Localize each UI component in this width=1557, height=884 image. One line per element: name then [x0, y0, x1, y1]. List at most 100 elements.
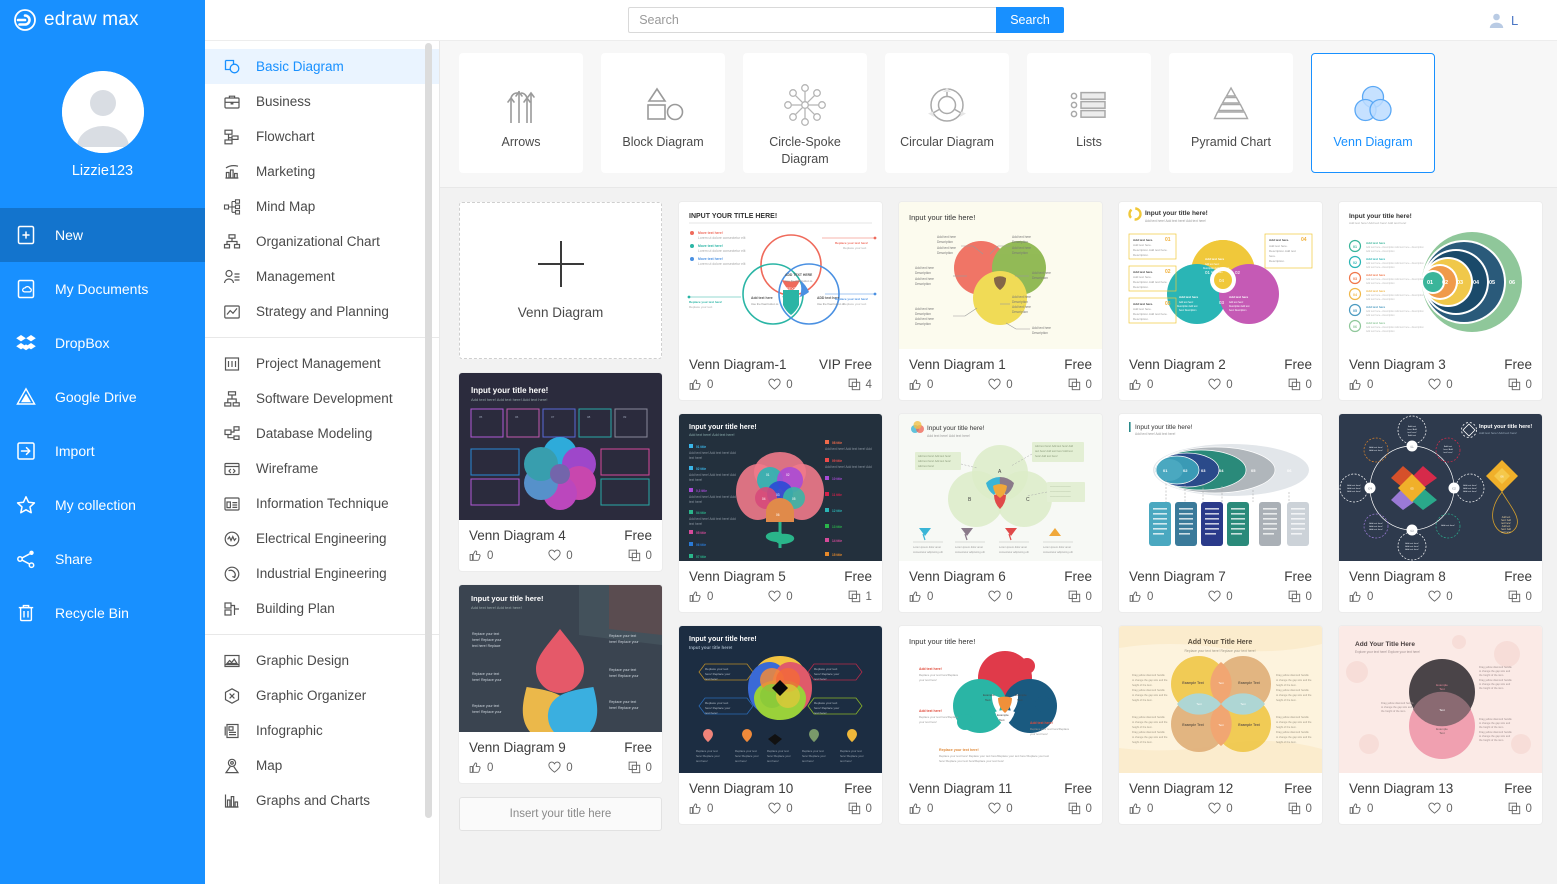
svg-text:Description.Add text here.: Description.Add text here.: [1133, 248, 1168, 252]
category-scrollbar[interactable]: [425, 41, 432, 884]
favorite-stat[interactable]: 0: [1190, 802, 1251, 815]
type-tile-block-diagram[interactable]: Block Diagram: [601, 53, 725, 173]
template-card[interactable]: INPUT YOUR TITLE HERE! Move text here!Lo…: [679, 202, 882, 400]
category-project-management[interactable]: Project Management: [205, 346, 439, 381]
copy-stat[interactable]: 0: [1471, 590, 1532, 603]
favorite-stat[interactable]: 0: [1410, 802, 1471, 815]
search-input[interactable]: [628, 7, 996, 33]
copy-stat[interactable]: 0: [1251, 802, 1312, 815]
sidebar-item-google-drive[interactable]: Google Drive: [0, 370, 205, 424]
favorite-stat[interactable]: 0: [970, 802, 1031, 815]
copy-stat[interactable]: 0: [1471, 802, 1532, 815]
category-business[interactable]: Business: [205, 84, 439, 119]
favorite-stat[interactable]: 0: [530, 549, 591, 562]
copy-stat[interactable]: 0: [591, 549, 652, 562]
new-venn-diagram-card[interactable]: Venn Diagram: [459, 202, 662, 359]
copy-stat[interactable]: 0: [811, 802, 872, 815]
category-graphic-design[interactable]: Graphic Design: [205, 643, 439, 678]
sidebar-item-dropbox[interactable]: DropBox: [0, 316, 205, 370]
favorite-stat[interactable]: 0: [750, 802, 811, 815]
favorite-stat[interactable]: 0: [750, 378, 811, 391]
template-card[interactable]: Input your title here!: [899, 626, 1102, 824]
copy-stat[interactable]: 0: [1031, 590, 1092, 603]
like-stat[interactable]: 0: [689, 378, 750, 391]
category-software-development[interactable]: Software Development: [205, 381, 439, 416]
category-mind-map[interactable]: Mind Map: [205, 189, 439, 224]
template-card[interactable]: Input your title here! Add text here! Ad…: [1339, 202, 1542, 400]
category-industrial-engineering[interactable]: Industrial Engineering: [205, 556, 439, 591]
favorite-stat[interactable]: 0: [1190, 590, 1251, 603]
favorite-stat[interactable]: 0: [1410, 378, 1471, 391]
category-graphic-organizer[interactable]: Graphic Organizer: [205, 678, 439, 713]
category-scrollbar-thumb[interactable]: [425, 43, 432, 818]
sidebar-item-recycle-bin[interactable]: Recycle Bin: [0, 586, 205, 640]
favorite-stat[interactable]: 0: [750, 590, 811, 603]
sidebar-item-my-collection[interactable]: My collection: [0, 478, 205, 532]
category-database-modeling[interactable]: Database Modeling: [205, 416, 439, 451]
copy-stat[interactable]: 0: [1031, 802, 1092, 815]
type-tile-arrows[interactable]: Arrows: [459, 53, 583, 173]
favorite-stat[interactable]: 0: [970, 590, 1031, 603]
sidebar-item-new[interactable]: New: [0, 208, 205, 262]
favorite-stat[interactable]: 0: [1410, 590, 1471, 603]
search-button[interactable]: Search: [996, 7, 1064, 33]
template-card[interactable]: Add Your Title Here Explore your text he…: [1339, 626, 1542, 824]
template-card[interactable]: Input your title here!: [899, 202, 1102, 400]
template-card[interactable]: Input your title here! Input your title …: [679, 626, 882, 824]
like-stat[interactable]: 0: [909, 590, 970, 603]
copy-stat[interactable]: 0: [1471, 378, 1532, 391]
like-stat[interactable]: 0: [1349, 590, 1410, 603]
copy-stat[interactable]: 4: [811, 378, 872, 391]
like-stat[interactable]: 0: [909, 378, 970, 391]
copy-stat[interactable]: 0: [1031, 378, 1092, 391]
category-map[interactable]: Map: [205, 748, 439, 783]
type-tile-circle-spoke-diagram[interactable]: Circle-Spoke Diagram: [743, 53, 867, 173]
category-graphs-and-charts[interactable]: Graphs and Charts: [205, 783, 439, 818]
type-tile-venn-diagram[interactable]: Venn Diagram: [1311, 53, 1435, 173]
template-card[interactable]: Input your title here! Add text here! Ad…: [1119, 414, 1322, 612]
copy-stat[interactable]: 0: [1251, 378, 1312, 391]
favorite-stat[interactable]: 0: [530, 761, 591, 774]
like-stat[interactable]: 0: [1129, 590, 1190, 603]
category-organizational-chart[interactable]: Organizational Chart: [205, 224, 439, 259]
template-card[interactable]: Input your title here! Add text here! Ad…: [1339, 414, 1542, 612]
copy-stat[interactable]: 0: [591, 761, 652, 774]
favorite-stat[interactable]: 0: [1190, 378, 1251, 391]
like-stat[interactable]: 0: [1129, 378, 1190, 391]
category-basic-diagram[interactable]: Basic Diagram: [205, 49, 439, 84]
type-tile-lists[interactable]: Lists: [1027, 53, 1151, 173]
category-management[interactable]: Management: [205, 259, 439, 294]
category-building-plan[interactable]: Building Plan: [205, 591, 439, 626]
category-flowchart[interactable]: Flowchart: [205, 119, 439, 154]
category-strategy-and-planning[interactable]: Strategy and Planning: [205, 294, 439, 329]
template-card[interactable]: Input your title here! Add text here! Ad…: [1119, 202, 1322, 400]
sidebar-item-my-documents[interactable]: My Documents: [0, 262, 205, 316]
category-information-technique[interactable]: Information Technique: [205, 486, 439, 521]
like-stat[interactable]: 0: [689, 802, 750, 815]
favorite-stat[interactable]: 0: [970, 378, 1031, 391]
category-electrical-engineering[interactable]: Electrical Engineering: [205, 521, 439, 556]
category-wireframe[interactable]: Wireframe: [205, 451, 439, 486]
sidebar-item-import[interactable]: Import: [0, 424, 205, 478]
like-stat[interactable]: 0: [469, 549, 530, 562]
category-marketing[interactable]: Marketing: [205, 154, 439, 189]
category-infographic[interactable]: Infographic: [205, 713, 439, 748]
copy-stat[interactable]: 0: [1251, 590, 1312, 603]
type-tile-circular-diagram[interactable]: Circular Diagram: [885, 53, 1009, 173]
like-stat[interactable]: 0: [1349, 378, 1410, 391]
template-card[interactable]: Input your title here! Add text here! Ad…: [459, 585, 662, 783]
template-card[interactable]: Input your title here! Add text here! Ad…: [899, 414, 1102, 612]
like-stat[interactable]: 0: [469, 761, 530, 774]
account-area[interactable]: L: [1487, 11, 1557, 30]
template-card[interactable]: Add Your Title Here Replace your text he…: [1119, 626, 1322, 824]
template-card[interactable]: Input your title here! Add text here! Ad…: [679, 414, 882, 612]
like-stat[interactable]: 0: [909, 802, 970, 815]
type-tile-pyramid-chart[interactable]: Pyramid Chart: [1169, 53, 1293, 173]
copy-stat[interactable]: 1: [811, 590, 872, 603]
template-card[interactable]: Input your title here! Add text here! Ad…: [459, 373, 662, 571]
like-stat[interactable]: 0: [1129, 802, 1190, 815]
like-stat[interactable]: 0: [1349, 802, 1410, 815]
like-stat[interactable]: 0: [689, 590, 750, 603]
sidebar-item-share[interactable]: Share: [0, 532, 205, 586]
insert-title-card[interactable]: Insert your title here: [459, 797, 662, 831]
